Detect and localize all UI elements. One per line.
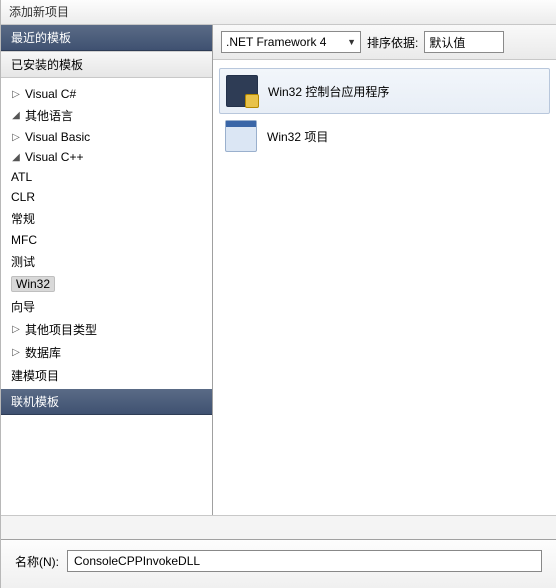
tree-node-modeling[interactable]: 建模项目 [9,366,208,385]
tree-node-database[interactable]: ▷数据库 [9,343,208,362]
tree-node-visual-cpp[interactable]: ◢Visual C++ [9,149,208,165]
sort-by-label: 排序依据: [367,34,418,51]
sort-dropdown[interactable]: 默认值 [424,31,504,53]
dialog-content: 最近的模板 已安装的模板 ▷Visual C# ◢其他语言 ▷Visual Ba… [1,25,556,515]
online-templates-header[interactable]: 联机模板 [1,389,212,415]
name-label: 名称(N): [15,553,59,570]
tree-node-clr[interactable]: CLR [9,189,208,205]
name-input[interactable] [67,550,542,572]
dialog-title: 添加新项目 [1,0,556,25]
win32-project-icon [225,120,257,152]
online-templates-area [1,415,212,515]
installed-templates-header[interactable]: 已安装的模板 [1,51,212,78]
chevron-down-icon: ◢ [11,110,21,121]
tree-node-test[interactable]: 测试 [9,252,208,271]
template-label: Win32 项目 [267,128,328,145]
tree-node-mfc[interactable]: MFC [9,232,208,248]
tree-node-general[interactable]: 常规 [9,209,208,228]
bottom-bar: 名称(N): [1,539,556,588]
tree-node-atl[interactable]: ATL [9,169,208,185]
framework-dropdown[interactable]: .NET Framework 4 ▼ [221,31,361,53]
template-win32-project[interactable]: Win32 项目 [219,114,550,158]
right-panel: .NET Framework 4 ▼ 排序依据: 默认值 Win32 控制台应用… [213,25,556,515]
tree-node-other-project-types[interactable]: ▷其他项目类型 [9,320,208,339]
chevron-right-icon: ▷ [11,89,21,100]
tree-node-win32[interactable]: Win32 [9,275,208,293]
template-label: Win32 控制台应用程序 [268,83,389,100]
left-panel: 最近的模板 已安装的模板 ▷Visual C# ◢其他语言 ▷Visual Ba… [1,25,213,515]
template-list: Win32 控制台应用程序 Win32 项目 [213,60,556,515]
framework-value: .NET Framework 4 [226,35,326,49]
tree-node-visual-csharp[interactable]: ▷Visual C# [9,86,208,102]
tree-node-wizard[interactable]: 向导 [9,297,208,316]
chevron-down-icon: ◢ [11,152,21,163]
recent-templates-header[interactable]: 最近的模板 [1,25,212,51]
tree-node-other-languages[interactable]: ◢其他语言 [9,106,208,125]
template-tree: ▷Visual C# ◢其他语言 ▷Visual Basic ◢Visual C… [1,78,212,389]
chevron-right-icon: ▷ [11,324,21,335]
add-new-project-dialog: 添加新项目 最近的模板 已安装的模板 ▷Visual C# ◢其他语言 ▷Vis… [0,0,556,588]
tree-node-visual-basic[interactable]: ▷Visual Basic [9,129,208,145]
chevron-right-icon: ▷ [11,347,21,358]
console-app-icon [226,75,258,107]
divider [1,515,556,539]
chevron-down-icon: ▼ [347,37,356,47]
chevron-right-icon: ▷ [11,132,21,143]
sort-value: 默认值 [429,34,465,51]
right-toolbar: .NET Framework 4 ▼ 排序依据: 默认值 [213,25,556,60]
template-win32-console[interactable]: Win32 控制台应用程序 [219,68,550,114]
